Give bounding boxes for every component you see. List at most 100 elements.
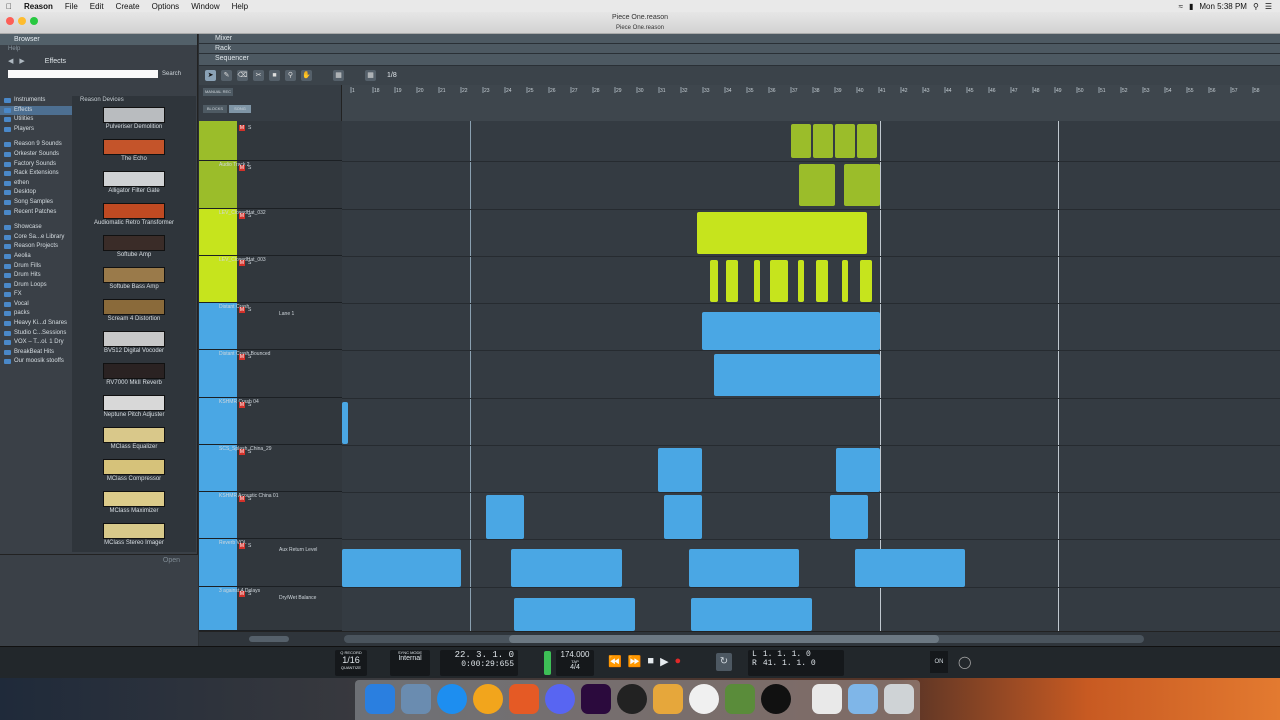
clip[interactable] bbox=[799, 164, 835, 206]
select-tool-icon[interactable]: ➤ bbox=[205, 70, 216, 81]
menu-window[interactable]: Window bbox=[185, 2, 225, 11]
clip[interactable] bbox=[689, 549, 799, 587]
location-item[interactable]: Effects bbox=[0, 105, 72, 116]
location-item[interactable]: ethen bbox=[0, 179, 72, 189]
device-item[interactable]: MClass Stereo Imager bbox=[72, 523, 196, 552]
mute-button[interactable]: M bbox=[239, 543, 245, 549]
clip[interactable] bbox=[798, 260, 804, 302]
notification-icon[interactable]: ☰ bbox=[1265, 2, 1272, 11]
location-item[interactable]: packs bbox=[0, 309, 72, 319]
menu-help[interactable]: Help bbox=[226, 2, 254, 11]
clip[interactable] bbox=[514, 598, 635, 631]
zoom-slider[interactable] bbox=[249, 636, 289, 642]
back-icon[interactable]: ◀ bbox=[8, 57, 13, 65]
lane-name[interactable]: Lane 1 bbox=[279, 311, 294, 317]
location-item[interactable]: Drum Loops bbox=[0, 281, 72, 291]
location-item[interactable]: Core Sa...e Library bbox=[0, 233, 72, 243]
track-row[interactable]: Reverb VOL M S Aux Return Level bbox=[199, 539, 342, 587]
track-row[interactable]: 3 against 4 DelaysMSDry/Wet Balance bbox=[199, 587, 342, 631]
device-item[interactable]: MClass Compressor bbox=[72, 459, 196, 489]
track-row[interactable]: SCS_Splash_China_29 M S bbox=[199, 445, 342, 492]
location-item[interactable]: Orkester Sounds bbox=[0, 150, 72, 160]
device-item[interactable]: The Echo bbox=[72, 139, 196, 169]
sequencer-bar[interactable]: Sequencer bbox=[199, 54, 1280, 66]
mute-button[interactable]: M bbox=[239, 260, 245, 266]
browser-search-input[interactable] bbox=[8, 70, 158, 78]
zoom-button[interactable] bbox=[30, 17, 38, 25]
apple-icon[interactable]:  bbox=[0, 2, 18, 11]
location-item[interactable]: Factory Sounds bbox=[0, 160, 72, 170]
device-item[interactable]: MClass Maximizer bbox=[72, 491, 196, 521]
location-item[interactable]: Showcase bbox=[0, 223, 72, 233]
mute-button[interactable]: M bbox=[239, 449, 245, 455]
solo-button[interactable]: S bbox=[248, 449, 251, 455]
loop-locators[interactable]: L 1. 1. 1. 0 R 41. 1. 1. 0 bbox=[748, 650, 844, 676]
pencil-tool-icon[interactable]: ✎ bbox=[221, 70, 232, 81]
quantize-value[interactable]: 1/16 bbox=[335, 655, 367, 665]
location-item[interactable]: BreakBeat Hits bbox=[0, 348, 72, 358]
manual-rec-button[interactable]: MANUAL REC bbox=[203, 88, 233, 96]
battery-icon[interactable]: ▮ bbox=[1189, 2, 1193, 11]
location-item[interactable]: VOX – T...ol. 1 Dry bbox=[0, 338, 72, 348]
clip[interactable] bbox=[754, 260, 760, 302]
trash-icon[interactable] bbox=[884, 684, 914, 714]
clip[interactable] bbox=[511, 549, 622, 587]
itunes-icon[interactable] bbox=[689, 684, 719, 714]
location-item[interactable]: Studio C...Sessions bbox=[0, 329, 72, 339]
track-name[interactable]: SCS_Splash_China_29 bbox=[219, 446, 272, 452]
safari-icon[interactable] bbox=[437, 684, 467, 714]
click-led[interactable] bbox=[544, 651, 551, 675]
clip[interactable] bbox=[342, 549, 461, 587]
mixer-bar[interactable]: Mixer bbox=[199, 34, 1280, 44]
snap-button[interactable]: ▦ bbox=[365, 70, 376, 81]
track-row[interactable]: MS bbox=[199, 121, 342, 161]
clip[interactable] bbox=[702, 312, 880, 350]
device-item[interactable]: Softube Bass Amp bbox=[72, 267, 196, 297]
magnify-tool-icon[interactable]: ⚲ bbox=[285, 70, 296, 81]
wifi-icon[interactable]: ≈ bbox=[1179, 2, 1183, 11]
position-display[interactable]: 22. 3. 1. 0 0:00:29:655 bbox=[440, 650, 518, 676]
location-item[interactable]: Aeolia bbox=[0, 252, 72, 262]
browser-help[interactable]: Help bbox=[0, 45, 197, 54]
mute-button[interactable]: M bbox=[239, 307, 245, 313]
device-category[interactable]: Reason Devices bbox=[72, 96, 196, 105]
location-item[interactable]: Reason Projects bbox=[0, 242, 72, 252]
clip[interactable] bbox=[697, 212, 867, 254]
track-row[interactable]: Audio Track 2MS bbox=[199, 161, 342, 209]
clip[interactable] bbox=[770, 260, 788, 302]
mute-button[interactable]: M bbox=[239, 402, 245, 408]
solo-button[interactable]: S bbox=[248, 543, 251, 549]
menu-options[interactable]: Options bbox=[146, 2, 186, 11]
device-item[interactable]: MClass Equalizer bbox=[72, 427, 196, 457]
solo-button[interactable]: S bbox=[248, 165, 251, 171]
record-icon[interactable]: ● bbox=[675, 655, 682, 668]
lane-name[interactable]: Dry/Wet Balance bbox=[279, 595, 316, 601]
right-locator-value[interactable]: 41. 1. 1. 0 bbox=[763, 659, 816, 668]
location-item[interactable]: Drum Fills bbox=[0, 262, 72, 272]
snap-value[interactable]: 1/8 bbox=[387, 72, 397, 79]
clip[interactable] bbox=[342, 402, 348, 444]
solo-button[interactable]: S bbox=[248, 307, 251, 313]
device-item[interactable]: Scream 4 Distortion bbox=[72, 299, 196, 329]
menu-file[interactable]: File bbox=[59, 2, 84, 11]
solo-button[interactable]: S bbox=[248, 591, 251, 597]
player-icon[interactable] bbox=[761, 684, 791, 714]
forward-icon[interactable]: ▶ bbox=[19, 57, 24, 65]
premiere-icon[interactable] bbox=[581, 684, 611, 714]
device-item[interactable]: RV7000 MkII Reverb bbox=[72, 363, 196, 393]
finder-icon[interactable] bbox=[365, 684, 395, 714]
location-item[interactable]: Heavy Ki...d Snares bbox=[0, 319, 72, 329]
clip[interactable] bbox=[836, 448, 880, 492]
clip[interactable] bbox=[816, 260, 828, 302]
location-item[interactable]: Rack Extensions bbox=[0, 169, 72, 179]
location-item[interactable]: Recent Patches bbox=[0, 208, 72, 218]
clip[interactable] bbox=[726, 260, 738, 302]
delay-comp-button[interactable]: ON bbox=[930, 651, 948, 673]
reason-icon[interactable] bbox=[473, 684, 503, 714]
browser-header[interactable]: Browser bbox=[0, 34, 197, 45]
stop-icon[interactable]: ■ bbox=[647, 655, 654, 668]
device-item[interactable]: Neptune Pitch Adjuster bbox=[72, 395, 196, 425]
location-item[interactable]: Vocal bbox=[0, 300, 72, 310]
clip[interactable] bbox=[860, 260, 872, 302]
solo-button[interactable]: S bbox=[248, 260, 251, 266]
